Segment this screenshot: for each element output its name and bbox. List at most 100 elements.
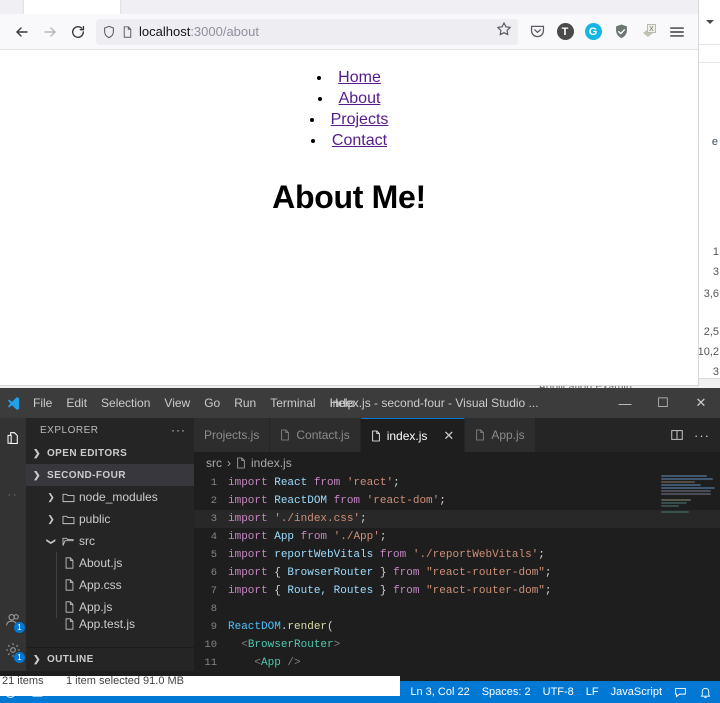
sidebar-section-second-four[interactable]: ❯ SECOND-FOUR bbox=[26, 464, 194, 486]
settings-badge: 1 bbox=[14, 652, 25, 663]
tab-label: index.js bbox=[386, 428, 428, 443]
shield-extension-icon[interactable] bbox=[608, 19, 634, 45]
chevron-right-icon: ❯ bbox=[47, 513, 55, 524]
code-line[interactable]: 6 import { BrowserRouter } from "react-ro… bbox=[194, 564, 720, 582]
breadcrumb: src › index.js bbox=[194, 452, 720, 474]
menu-help[interactable]: Help bbox=[323, 388, 362, 418]
tree-item-node-modules[interactable]: ❯ node_modules bbox=[26, 486, 194, 508]
screen: e 1 3 3,6 2,5 10,2 3 Application Examin bbox=[0, 0, 720, 703]
code-editor[interactable]: 1 import React from 'react'; 2 import React… bbox=[194, 474, 720, 703]
menu-file[interactable]: File bbox=[26, 388, 59, 418]
sidebar-section-open-editors[interactable]: ❯ OPEN EDITORS bbox=[26, 442, 194, 464]
tab-app-js[interactable]: App.js bbox=[465, 418, 536, 452]
minimize-button[interactable]: — bbox=[606, 388, 644, 418]
accounts-icon[interactable]: 1 bbox=[0, 605, 26, 635]
nav-link-about[interactable]: About bbox=[339, 90, 381, 107]
sidebar-more-actions-icon[interactable]: ··· bbox=[171, 423, 186, 437]
shield-icon[interactable] bbox=[102, 25, 116, 39]
menu-go[interactable]: Go bbox=[197, 388, 227, 418]
sidebar-section-outline[interactable]: ❯ OUTLINE bbox=[26, 647, 194, 671]
list-item: Home bbox=[0, 67, 698, 88]
more-views-icon[interactable]: ·· bbox=[0, 480, 26, 510]
tree-item-src[interactable]: ❯ src bbox=[26, 530, 194, 552]
code-line[interactable]: 4 import App from './App'; bbox=[194, 528, 720, 546]
menu-selection[interactable]: Selection bbox=[94, 388, 157, 418]
menu-terminal[interactable]: Terminal bbox=[263, 388, 322, 418]
nav-link-projects[interactable]: Projects bbox=[331, 111, 389, 128]
code-line[interactable]: 7 import { Route, Routes } from "react-ro… bbox=[194, 582, 720, 600]
code-line[interactable]: 3 import './index.css'; bbox=[194, 510, 720, 528]
file-icon bbox=[371, 430, 380, 441]
tree-item-public[interactable]: ❯ public bbox=[26, 508, 194, 530]
forward-button[interactable] bbox=[36, 18, 64, 46]
background-status-items: 21 items bbox=[2, 675, 44, 687]
url-host: localhost bbox=[139, 24, 191, 39]
statusbar-encoding[interactable]: UTF-8 bbox=[543, 686, 574, 698]
folder-open-icon bbox=[62, 537, 74, 546]
line-number: 5 bbox=[210, 549, 217, 561]
code-line[interactable]: 1 import React from 'react'; bbox=[194, 474, 720, 492]
menu-edit[interactable]: Edit bbox=[59, 388, 94, 418]
x-extension-icon[interactable]: X bbox=[636, 19, 662, 45]
back-button[interactable] bbox=[8, 18, 36, 46]
nav-link-contact[interactable]: Contact bbox=[332, 132, 387, 149]
extensions-row: T G X bbox=[524, 19, 690, 45]
tab-contact-js[interactable]: Contact.js bbox=[270, 418, 361, 452]
file-tree: ❯ node_modules ❯ public ❯ src About.js A… bbox=[26, 486, 194, 630]
code-line[interactable]: 11 <App /> bbox=[194, 654, 720, 672]
maximize-button[interactable]: ☐ bbox=[644, 388, 682, 418]
tab-close-icon[interactable]: ✕ bbox=[443, 428, 454, 444]
close-button[interactable]: ✕ bbox=[682, 388, 720, 418]
menu-run[interactable]: Run bbox=[227, 388, 263, 418]
tree-item-app-css[interactable]: App.css bbox=[26, 574, 194, 596]
bookmark-star-icon[interactable] bbox=[496, 21, 512, 42]
reload-button[interactable] bbox=[64, 18, 92, 46]
feedback-icon[interactable] bbox=[674, 686, 687, 699]
code-line[interactable]: 8 bbox=[194, 600, 720, 618]
folder-icon bbox=[62, 515, 75, 524]
browser-toolbar: localhost:3000/about T G X bbox=[0, 14, 698, 50]
tab-label: Projects.js bbox=[204, 428, 260, 442]
editor-minimap[interactable] bbox=[658, 474, 720, 546]
grammarly-extension-icon[interactable]: G bbox=[580, 19, 606, 45]
sidebar-section-label: OUTLINE bbox=[47, 654, 94, 665]
tab-index-js[interactable]: index.js ✕ bbox=[360, 418, 466, 452]
code-line[interactable]: 5 import reportWebVitals from './reportWe… bbox=[194, 546, 720, 564]
statusbar-indentation[interactable]: Spaces: 2 bbox=[482, 686, 531, 698]
code-line[interactable]: 9 ReactDOM.render( bbox=[194, 618, 720, 636]
browser-tab-strip bbox=[0, 0, 698, 14]
line-number: 9 bbox=[210, 621, 217, 633]
tab-projects-js[interactable]: Projects.js bbox=[194, 418, 271, 452]
tree-item-about-js[interactable]: About.js bbox=[26, 552, 194, 574]
web-page-content: Home About Projects Contact About Me! bbox=[0, 51, 698, 385]
grammarly-badge: G bbox=[584, 23, 602, 40]
breadcrumb-file[interactable]: index.js bbox=[251, 456, 292, 470]
settings-gear-icon[interactable]: 1 bbox=[0, 635, 26, 665]
tree-item-app-test-js[interactable]: App.test.js bbox=[26, 618, 194, 630]
split-editor-icon[interactable] bbox=[670, 428, 684, 442]
statusbar-eol[interactable]: LF bbox=[586, 686, 599, 698]
statusbar-language-mode[interactable]: JavaScript bbox=[611, 686, 662, 698]
background-value: 2,5 bbox=[703, 326, 719, 338]
chevron-down-icon[interactable] bbox=[706, 20, 714, 24]
breadcrumb-folder[interactable]: src bbox=[206, 456, 222, 470]
list-item: Contact bbox=[0, 130, 698, 151]
pocket-extension-icon[interactable] bbox=[524, 19, 550, 45]
tree-item-app-js[interactable]: App.js bbox=[26, 596, 194, 618]
code-line[interactable]: 2 import ReactDOM from 'react-dom'; bbox=[194, 492, 720, 510]
explorer-icon[interactable] bbox=[0, 424, 26, 454]
chevron-right-icon: ❯ bbox=[47, 491, 55, 502]
site-nav-list: Home About Projects Contact bbox=[0, 67, 698, 151]
todoist-extension-icon[interactable]: T bbox=[552, 19, 578, 45]
nav-link-home[interactable]: Home bbox=[338, 69, 381, 86]
bell-icon[interactable] bbox=[699, 686, 712, 699]
background-value: 3 bbox=[712, 266, 719, 278]
list-item: About bbox=[0, 88, 698, 109]
url-bar[interactable]: localhost:3000/about bbox=[96, 18, 518, 45]
statusbar-cursor-position[interactable]: Ln 3, Col 22 bbox=[410, 686, 469, 698]
browser-tab[interactable] bbox=[24, 0, 120, 14]
code-line[interactable]: 10 <BrowserRouter> bbox=[194, 636, 720, 654]
app-menu-button[interactable] bbox=[664, 19, 690, 45]
editor-more-actions-icon[interactable]: ··· bbox=[694, 428, 710, 443]
menu-view[interactable]: View bbox=[157, 388, 197, 418]
